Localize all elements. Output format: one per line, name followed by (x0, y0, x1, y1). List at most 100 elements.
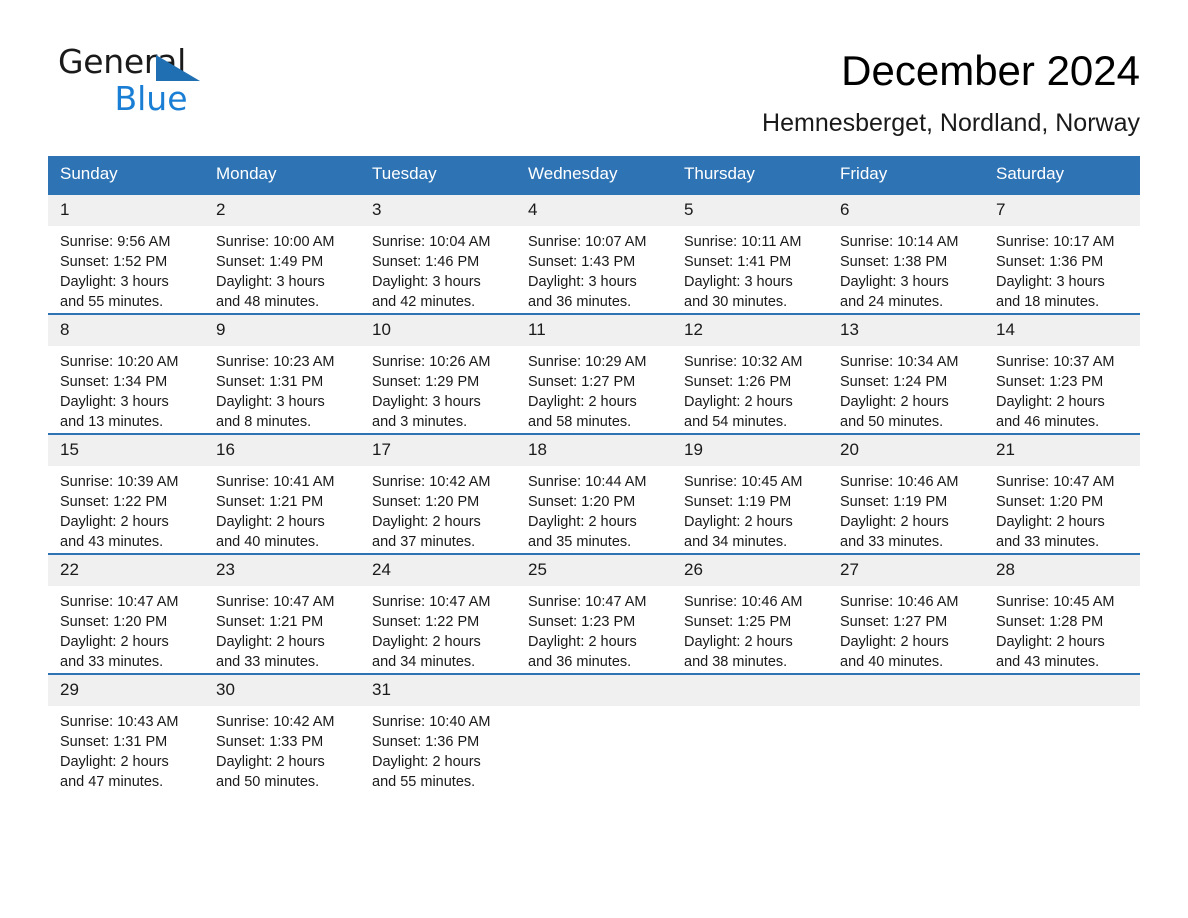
calendar-day-cell-empty (516, 673, 672, 793)
calendar-day-cell[interactable]: 29 Sunrise: 10:43 AM Sunset: 1:31 PM Day… (48, 673, 204, 793)
daylight-text-line1: Daylight: 3 hours (996, 274, 1105, 290)
calendar-day-cell[interactable]: 26 Sunrise: 10:46 AM Sunset: 1:25 PM Day… (672, 553, 828, 674)
calendar-day-cell[interactable]: 5 Sunrise: 10:11 AM Sunset: 1:41 PM Dayl… (672, 193, 828, 314)
daylight-text-line1: Daylight: 2 hours (216, 634, 325, 650)
day-number (672, 675, 828, 706)
sunrise-text: Sunrise: 10:17 AM (996, 234, 1115, 250)
sunrise-text: Sunrise: 10:47 AM (996, 474, 1115, 490)
day-number (516, 675, 672, 706)
calendar-day-cell[interactable]: 22 Sunrise: 10:47 AM Sunset: 1:20 PM Day… (48, 553, 204, 674)
calendar-day-cell[interactable]: 8 Sunrise: 10:20 AM Sunset: 1:34 PM Dayl… (48, 313, 204, 434)
sunset-text: Sunset: 1:28 PM (996, 614, 1104, 630)
daylight-text-line2: and 8 minutes. (216, 414, 312, 430)
daylight-text-line1: Daylight: 2 hours (840, 634, 949, 650)
daylight-text-line2: and 13 minutes. (60, 414, 164, 430)
sunset-text: Sunset: 1:27 PM (840, 614, 948, 630)
calendar-day-cell[interactable]: 13 Sunrise: 10:34 AM Sunset: 1:24 PM Day… (828, 313, 984, 434)
day-details: Sunrise: 10:26 AM Sunset: 1:29 PM Daylig… (360, 346, 516, 432)
daylight-text-line2: and 34 minutes. (372, 654, 476, 670)
daylight-text-line1: Daylight: 2 hours (60, 754, 169, 770)
sunset-text: Sunset: 1:41 PM (684, 254, 792, 270)
daylight-text-line1: Daylight: 3 hours (840, 274, 949, 290)
calendar-day-cell[interactable]: 14 Sunrise: 10:37 AM Sunset: 1:23 PM Day… (984, 313, 1140, 434)
calendar-day-cell[interactable]: 27 Sunrise: 10:46 AM Sunset: 1:27 PM Day… (828, 553, 984, 674)
daylight-text-line2: and 38 minutes. (684, 654, 788, 670)
calendar-week-row: 22 Sunrise: 10:47 AM Sunset: 1:20 PM Day… (48, 553, 1140, 674)
calendar-day-cell[interactable]: 28 Sunrise: 10:45 AM Sunset: 1:28 PM Day… (984, 553, 1140, 674)
daylight-text-line1: Daylight: 2 hours (372, 514, 481, 530)
calendar-day-cell[interactable]: 16 Sunrise: 10:41 AM Sunset: 1:21 PM Day… (204, 433, 360, 554)
day-details: Sunrise: 10:04 AM Sunset: 1:46 PM Daylig… (360, 226, 516, 312)
daylight-text-line1: Daylight: 3 hours (216, 274, 325, 290)
calendar-day-cell[interactable]: 15 Sunrise: 10:39 AM Sunset: 1:22 PM Day… (48, 433, 204, 554)
sunset-text: Sunset: 1:46 PM (372, 254, 480, 270)
day-number: 31 (360, 675, 516, 706)
daylight-text-line1: Daylight: 2 hours (528, 634, 637, 650)
weekday-header-monday: Monday (204, 156, 360, 194)
calendar-week-row: 29 Sunrise: 10:43 AM Sunset: 1:31 PM Day… (48, 673, 1140, 793)
calendar-body: 1 Sunrise: 9:56 AM Sunset: 1:52 PM Dayli… (48, 193, 1140, 793)
calendar-day-cell[interactable]: 18 Sunrise: 10:44 AM Sunset: 1:20 PM Day… (516, 433, 672, 554)
sunrise-text: Sunrise: 10:42 AM (372, 474, 491, 490)
calendar-day-cell[interactable]: 24 Sunrise: 10:47 AM Sunset: 1:22 PM Day… (360, 553, 516, 674)
day-number: 5 (672, 195, 828, 226)
calendar-day-cell[interactable]: 4 Sunrise: 10:07 AM Sunset: 1:43 PM Dayl… (516, 193, 672, 314)
calendar-day-cell-empty (672, 673, 828, 793)
sunrise-text: Sunrise: 10:42 AM (216, 714, 335, 730)
calendar-day-cell[interactable]: 21 Sunrise: 10:47 AM Sunset: 1:20 PM Day… (984, 433, 1140, 554)
calendar-day-cell[interactable]: 2 Sunrise: 10:00 AM Sunset: 1:49 PM Dayl… (204, 193, 360, 314)
sunset-text: Sunset: 1:21 PM (216, 614, 324, 630)
calendar-day-cell[interactable]: 1 Sunrise: 9:56 AM Sunset: 1:52 PM Dayli… (48, 193, 204, 314)
logo-triangle-icon (156, 55, 200, 81)
daylight-text-line1: Daylight: 2 hours (684, 634, 793, 650)
sunset-text: Sunset: 1:22 PM (60, 494, 168, 510)
calendar-day-cell[interactable]: 12 Sunrise: 10:32 AM Sunset: 1:26 PM Day… (672, 313, 828, 434)
day-number: 26 (672, 555, 828, 586)
day-number: 6 (828, 195, 984, 226)
sunrise-text: Sunrise: 10:46 AM (840, 594, 959, 610)
calendar-day-cell[interactable]: 3 Sunrise: 10:04 AM Sunset: 1:46 PM Dayl… (360, 193, 516, 314)
day-number: 11 (516, 315, 672, 346)
day-details: Sunrise: 10:45 AM Sunset: 1:28 PM Daylig… (984, 586, 1140, 672)
day-number: 7 (984, 195, 1140, 226)
daylight-text-line2: and 18 minutes. (996, 294, 1100, 310)
weekday-header-row: Sunday Monday Tuesday Wednesday Thursday… (48, 156, 1140, 194)
calendar-day-cell[interactable]: 19 Sunrise: 10:45 AM Sunset: 1:19 PM Day… (672, 433, 828, 554)
sunset-text: Sunset: 1:19 PM (684, 494, 792, 510)
daylight-text-line2: and 50 minutes. (216, 774, 320, 790)
day-number: 29 (48, 675, 204, 706)
weekday-header-saturday: Saturday (984, 156, 1140, 194)
calendar-day-cell[interactable]: 31 Sunrise: 10:40 AM Sunset: 1:36 PM Day… (360, 673, 516, 793)
weekday-header-friday: Friday (828, 156, 984, 194)
day-details: Sunrise: 10:42 AM Sunset: 1:33 PM Daylig… (204, 706, 360, 792)
calendar-day-cell[interactable]: 23 Sunrise: 10:47 AM Sunset: 1:21 PM Day… (204, 553, 360, 674)
calendar-day-cell[interactable]: 10 Sunrise: 10:26 AM Sunset: 1:29 PM Day… (360, 313, 516, 434)
daylight-text-line2: and 54 minutes. (684, 414, 788, 430)
sunrise-text: Sunrise: 9:56 AM (60, 234, 171, 250)
sunset-text: Sunset: 1:34 PM (60, 374, 168, 390)
calendar-day-cell[interactable]: 9 Sunrise: 10:23 AM Sunset: 1:31 PM Dayl… (204, 313, 360, 434)
sunrise-text: Sunrise: 10:04 AM (372, 234, 491, 250)
calendar-day-cell[interactable]: 25 Sunrise: 10:47 AM Sunset: 1:23 PM Day… (516, 553, 672, 674)
calendar-day-cell[interactable]: 17 Sunrise: 10:42 AM Sunset: 1:20 PM Day… (360, 433, 516, 554)
calendar-day-cell[interactable]: 30 Sunrise: 10:42 AM Sunset: 1:33 PM Day… (204, 673, 360, 793)
day-number: 8 (48, 315, 204, 346)
daylight-text-line2: and 36 minutes. (528, 654, 632, 670)
calendar-day-cell[interactable]: 20 Sunrise: 10:46 AM Sunset: 1:19 PM Day… (828, 433, 984, 554)
sunrise-text: Sunrise: 10:26 AM (372, 354, 491, 370)
daylight-text-line1: Daylight: 2 hours (684, 394, 793, 410)
general-blue-logo[interactable]: General Blue (58, 44, 218, 116)
calendar-day-cell[interactable]: 6 Sunrise: 10:14 AM Sunset: 1:38 PM Dayl… (828, 193, 984, 314)
calendar-day-cell[interactable]: 7 Sunrise: 10:17 AM Sunset: 1:36 PM Dayl… (984, 193, 1140, 314)
day-details: Sunrise: 10:00 AM Sunset: 1:49 PM Daylig… (204, 226, 360, 312)
calendar-day-cell[interactable]: 11 Sunrise: 10:29 AM Sunset: 1:27 PM Day… (516, 313, 672, 434)
daylight-text-line2: and 24 minutes. (840, 294, 944, 310)
sunset-text: Sunset: 1:33 PM (216, 734, 324, 750)
sunset-text: Sunset: 1:25 PM (684, 614, 792, 630)
calendar-week-row: 1 Sunrise: 9:56 AM Sunset: 1:52 PM Dayli… (48, 193, 1140, 314)
weekday-header-tuesday: Tuesday (360, 156, 516, 194)
day-number: 16 (204, 435, 360, 466)
day-details: Sunrise: 10:07 AM Sunset: 1:43 PM Daylig… (516, 226, 672, 312)
sunrise-text: Sunrise: 10:11 AM (684, 234, 802, 250)
sunrise-text: Sunrise: 10:45 AM (684, 474, 803, 490)
